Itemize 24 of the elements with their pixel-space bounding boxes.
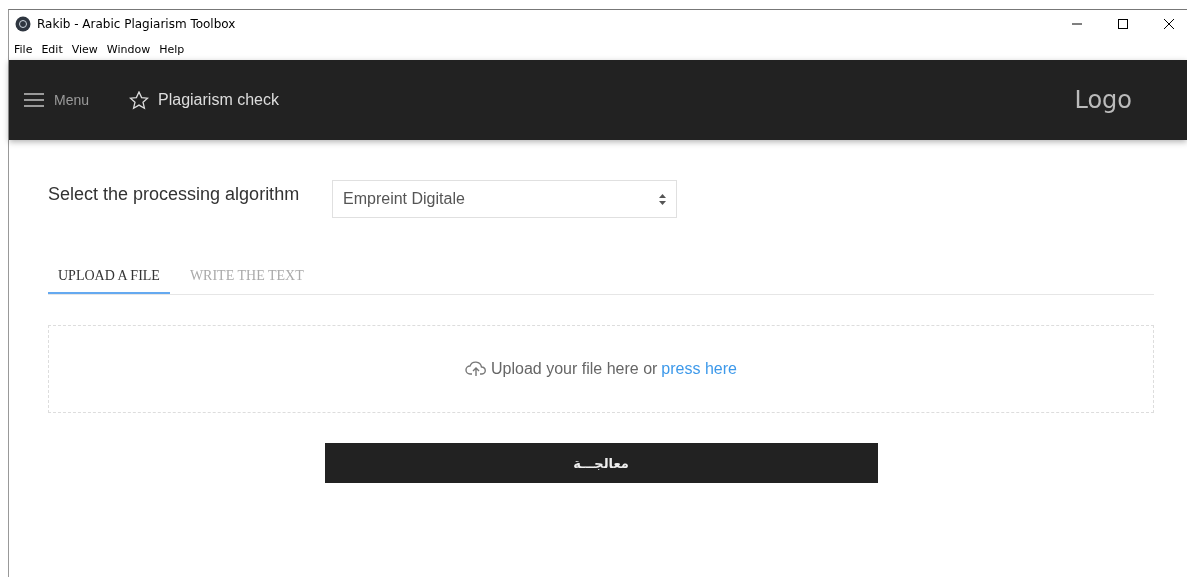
upload-text: Upload your file here or [491,360,658,378]
nav-label: Plagiarism check [158,91,279,109]
menu-item[interactable]: Window [106,42,151,56]
cloud-upload-icon [465,361,488,377]
nav-link[interactable]: Plagiarism check [129,90,279,110]
menu-item[interactable]: Help [159,42,185,56]
menu-label: Menu [54,92,90,108]
menu-item[interactable]: View [71,42,98,56]
menu-item[interactable]: File [14,42,33,56]
menu-icon [24,93,44,107]
menu-button[interactable]: Menu [24,92,90,108]
maximize-icon[interactable] [1117,18,1129,30]
field-label: Select the processing algorithm [48,184,301,205]
process-button[interactable]: معالجـــة [324,443,878,483]
tab[interactable]: UPLOAD A FILE [48,262,170,294]
logo: Logo [1074,86,1132,114]
close-icon[interactable] [1163,18,1175,30]
window-title: Rakib - Arabic Plagiarism Toolbox [37,17,236,31]
upload-dropzone[interactable]: Upload your file here or press here [48,325,1154,413]
star-icon [129,90,150,110]
sort-arrows-icon [659,193,666,205]
app-icon [15,16,31,32]
menu-item[interactable]: Edit [41,42,63,56]
algorithm-select[interactable]: Empreint Digitale [332,180,677,218]
